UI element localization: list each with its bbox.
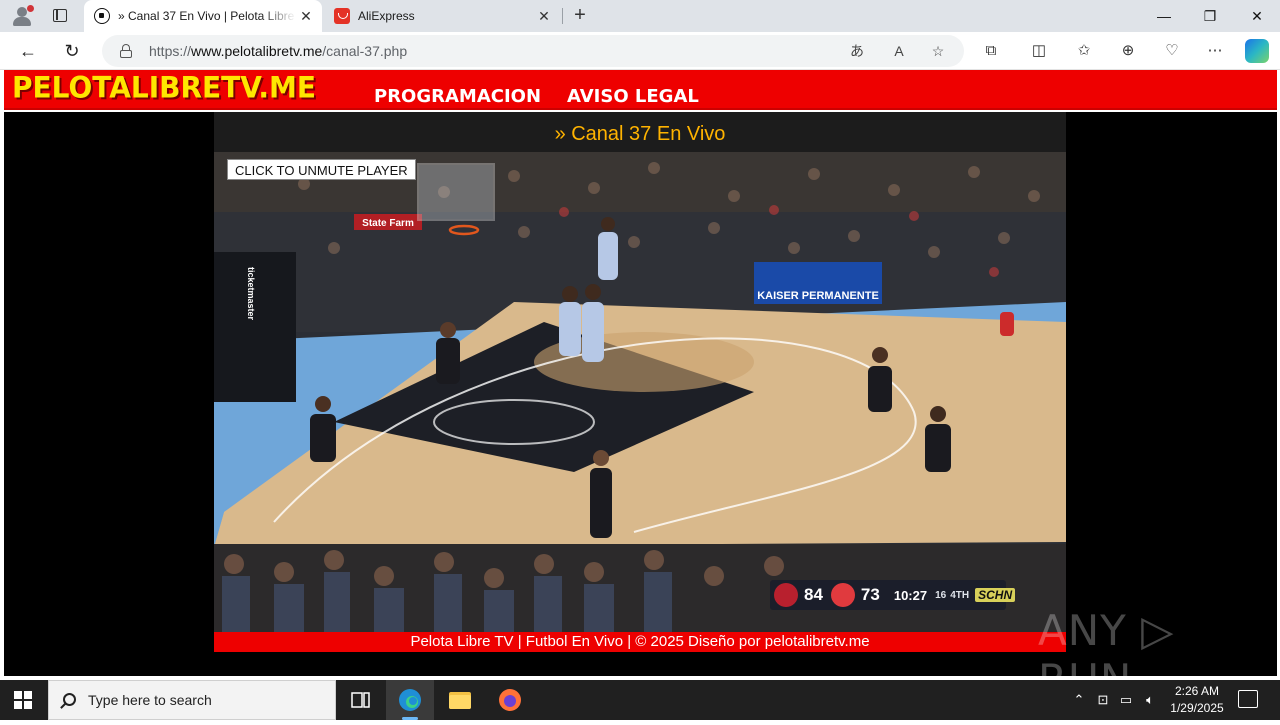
shot-clock: 16 [935, 589, 947, 601]
unmute-player-button[interactable]: CLICK TO UNMUTE PLAYER [227, 159, 416, 180]
site-footer: Pelota Libre TV | Futbol En Vivo | © 202… [214, 632, 1066, 652]
copilot-icon[interactable] [1245, 39, 1269, 63]
scorebug: 84 73 10:27 16 4TH SCHN [770, 580, 1016, 610]
taskbar-clock[interactable]: 2:26 AM 1/29/2025 [1166, 683, 1228, 717]
network-logo: SCHN [975, 588, 1016, 602]
period: 4TH [950, 589, 970, 601]
web-page: PELOTALIBRETV.ME PROGRAMACION AVISO LEGA… [0, 70, 1280, 704]
aliexpress-favicon-icon [334, 8, 350, 24]
extensions-icon[interactable]: ⧉ [979, 39, 1003, 63]
arena-sign-kaiser: KAISER PERMANENTE [757, 290, 879, 302]
houston-rockets-logo-icon [774, 583, 798, 607]
site-nav: PROGRAMACION AVISO LEGAL [374, 86, 699, 107]
search-placeholder: Type here to search [88, 692, 212, 708]
maximize-button[interactable]: ❐ [1187, 0, 1233, 32]
new-tab-button[interactable]: + [568, 4, 592, 28]
address-bar[interactable]: https://www.pelotalibretv.me/canal-37.ph… [102, 35, 964, 67]
player-container: » Canal 37 En Vivo KAISER PERMANENTE Sta… [214, 112, 1066, 652]
split-screen-icon[interactable]: ◫ [1027, 39, 1051, 63]
profile-icon[interactable] [10, 5, 34, 27]
taskbar-search-box[interactable]: Type here to search [48, 680, 336, 720]
site-header: PELOTALIBRETV.ME PROGRAMACION AVISO LEGA… [4, 70, 1277, 110]
search-icon [63, 693, 76, 706]
task-view-icon[interactable] [336, 680, 384, 720]
windows-start-icon[interactable] [14, 691, 32, 709]
tab-title: AliExpress [358, 9, 415, 23]
atlanta-hawks-logo-icon [830, 583, 855, 607]
favorite-star-icon[interactable]: ☆ [927, 40, 949, 62]
browser-toolbar: ← ↻ https://www.pelotalibretv.me/canal-3… [0, 32, 1280, 70]
close-tab-icon[interactable]: ✕ [296, 8, 316, 25]
tab-title: » Canal 37 En Vivo | Pelota Libre TV [118, 9, 296, 23]
nav-aviso-legal-link[interactable]: AVISO LEGAL [567, 86, 699, 107]
tab-actions-icon[interactable] [50, 6, 70, 26]
firefox-icon[interactable] [486, 680, 534, 720]
minimize-button[interactable]: — [1141, 0, 1187, 32]
home-score: 84 [804, 585, 823, 604]
basketball-broadcast-frame: KAISER PERMANENTE State Farm ticketmaste… [214, 152, 1066, 632]
network-status-icon[interactable]: ⊡ [1094, 690, 1112, 710]
close-tab-icon[interactable]: ✕ [534, 8, 554, 25]
tray-chevron-icon[interactable]: ⌃ [1070, 690, 1088, 710]
site-logo[interactable]: PELOTALIBRETV.ME [12, 70, 316, 105]
tab-aliexpress[interactable]: AliExpress ✕ [324, 0, 560, 32]
date: 1/29/2025 [1170, 701, 1224, 715]
game-clock: 10:27 [893, 587, 928, 603]
soccer-ball-favicon-icon [94, 8, 110, 24]
lock-icon[interactable] [120, 44, 132, 58]
channel-title: » Canal 37 En Vivo [554, 123, 726, 145]
video-player[interactable]: KAISER PERMANENTE State Farm ticketmaste… [214, 152, 1066, 632]
back-arrow-icon[interactable]: ← [15, 39, 41, 63]
time: 2:26 AM [1174, 684, 1220, 698]
edge-taskbar-icon[interactable] [386, 680, 434, 720]
away-score: 73 [860, 585, 880, 604]
notifications-icon[interactable] [1238, 690, 1258, 708]
favorites-icon[interactable]: ✩ [1072, 39, 1096, 63]
nav-programacion-link[interactable]: PROGRAMACION [374, 86, 541, 107]
translate-icon[interactable]: あ [846, 40, 868, 62]
more-menu-icon[interactable]: ⋯ [1203, 39, 1227, 63]
refresh-icon[interactable]: ↻ [59, 39, 85, 63]
browser-essentials-icon[interactable]: ♡ [1160, 39, 1184, 63]
volume-icon[interactable]: 🔈︎ [1141, 690, 1159, 710]
tab-canal-37[interactable]: » Canal 37 En Vivo | Pelota Libre TV ✕ [84, 0, 322, 32]
network-icon[interactable]: ▭ [1117, 690, 1135, 710]
read-aloud-icon[interactable]: A [888, 40, 910, 62]
collections-icon[interactable]: ⊕ [1116, 39, 1140, 63]
tab-separator [562, 8, 563, 24]
arena-sign-statefarm: State Farm [362, 218, 414, 229]
arena-sign-ticketmaster: ticketmaster [246, 267, 256, 321]
site-body: » Canal 37 En Vivo KAISER PERMANENTE Sta… [4, 112, 1277, 676]
file-explorer-icon[interactable] [436, 680, 484, 720]
windows-taskbar: Type here to search ⌃ ⊡ ▭ 🔈︎ 2:26 AM 1/2… [0, 680, 1280, 720]
close-window-button[interactable]: ✕ [1234, 0, 1280, 32]
browser-tab-strip: » Canal 37 En Vivo | Pelota Libre TV ✕ A… [0, 0, 1280, 32]
url-text[interactable]: https://www.pelotalibretv.me/canal-37.ph… [149, 43, 407, 59]
